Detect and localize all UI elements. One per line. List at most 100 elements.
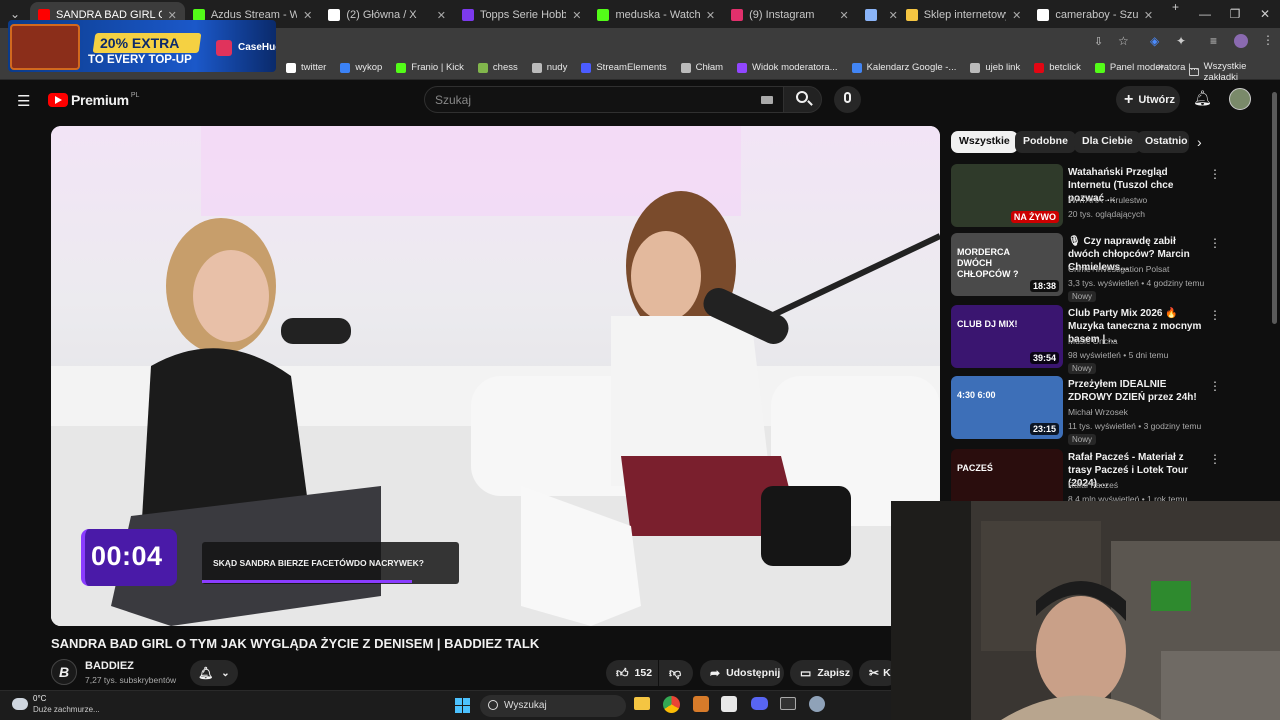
tab-close-icon[interactable]: ✕ [1144,9,1153,22]
video-player[interactable]: 00:04 SKĄD SANDRA BIERZE FACETÓWDO NACRY… [51,126,940,626]
bookmark-item[interactable]: Panel moderatora |... [1094,62,1198,73]
recommended-video[interactable]: CLUB DJ MIX! 39:54 Club Party Mix 2026 🔥 M… [951,305,1271,374]
video-thumbnail[interactable]: MORDERCA DWÓCH CHŁOPCÓW ? 18:38 [951,233,1063,296]
recommended-video[interactable]: MORDERCA DWÓCH CHŁOPCÓW ? 18:38 🎙 Czy napr… [951,233,1271,302]
tab-close-icon[interactable]: ✕ [706,9,715,22]
more-actions-icon[interactable]: ⋮ [1209,236,1221,250]
browser-tab[interactable]: (2) Główna / X ✕ [320,2,454,28]
recommended-video[interactable]: NA ŻYWO Watahański Przegląd Internetu (Tu… [951,164,1271,228]
search-input[interactable]: Szukaj [424,86,784,113]
bookmark-item[interactable]: nudy [531,62,567,73]
page-scrollbar[interactable] [1272,92,1277,324]
more-bookmarks-chevron-icon[interactable]: » [1158,61,1164,73]
recommended-video[interactable]: 4:30 6:00 23:15 Przeżyłem IDEALNIE ZDROWY … [951,376,1271,445]
more-actions-icon[interactable]: ⋮ [1209,379,1221,393]
tab-close-icon[interactable]: ✕ [889,9,898,22]
new-tab-icon[interactable]: + [1161,0,1190,28]
bookmark-star-icon[interactable]: ☆ [1118,34,1129,48]
more-actions-icon[interactable]: ⋮ [1209,308,1221,322]
all-bookmarks-folder[interactable]: Wszystkie zakładki [1189,61,1280,83]
bookmark-item[interactable]: ujeb link [970,62,1020,73]
file-explorer-icon[interactable] [634,697,650,710]
tab-close-icon[interactable]: ✕ [572,9,581,22]
caption-text: SKĄD SANDRA BIERZE FACETÓWDO NACRYWEK? [213,558,424,568]
keyboard-icon[interactable] [761,96,773,104]
recommended-channel[interactable]: Music Oncha [1068,336,1118,346]
create-button[interactable]: + Utwórz [1116,86,1180,113]
video-thumbnail[interactable]: CLUB DJ MIX! 39:54 [951,305,1063,368]
bookmark-item[interactable]: chess [477,62,518,73]
bookmark-item[interactable]: Franio | Kick [396,62,464,73]
chevron-down-icon: ⌄ [221,667,230,679]
filter-chip[interactable]: Wszystkie [951,131,1018,153]
video-thumbnail[interactable]: NA ŻYWO [951,164,1063,227]
bookmark-favicon-icon [396,62,407,73]
like-button[interactable]: 👍︎ 152 [606,660,658,686]
extensions-puzzle-icon[interactable]: ✦ [1176,34,1186,48]
chrome-taskbar-icon[interactable] [663,696,680,713]
video-title: SANDRA BAD GIRL O TYM JAK WYGLĄDA ŻYCIE … [51,636,540,651]
install-app-icon[interactable]: ⇩ [1094,35,1103,48]
share-button[interactable]: ➦ Udostępnij [700,660,784,686]
recommended-channel[interactable]: Crime+Investigation Polsat [1068,264,1169,274]
tab-close-icon[interactable]: ✕ [303,9,312,22]
browser-tab[interactable]: cameraboy - Szukaj w Go ✕ [1029,2,1161,28]
channel-name[interactable]: BADDIEZ [85,660,134,672]
maximize-icon[interactable]: ❐ [1220,7,1250,21]
recommended-channel[interactable]: Rafał Pacześ [1068,480,1118,490]
recommended-channel[interactable]: Michał Wrzosek [1068,407,1128,417]
media-controls-icon[interactable]: ≡ [1210,34,1217,48]
close-window-icon[interactable]: ✕ [1250,7,1280,21]
app-taskbar-icon[interactable] [693,696,709,712]
more-actions-icon[interactable]: ⋮ [1209,452,1221,466]
tab-close-icon[interactable]: ✕ [839,9,848,22]
minimize-icon[interactable]: — [1190,7,1220,21]
browser-tab[interactable]: Topps Serie Hobby Boxy I ✕ [454,2,590,28]
search-button[interactable] [783,86,822,113]
more-actions-icon[interactable]: ⋮ [1209,167,1221,181]
bookmark-item[interactable]: Chłam [680,62,723,73]
chrome-menu-icon[interactable]: ⋮ [1262,33,1274,47]
tab-close-icon[interactable]: ✕ [437,9,446,22]
tab-list-chevron-icon[interactable]: ⌄ [0,7,30,21]
taskbar-search-input[interactable]: Wyszukaj [480,695,626,717]
recommended-channel[interactable]: WATAHA - Krulestwo [1068,195,1147,205]
bookmark-item[interactable]: Widok moderatora... [737,62,838,73]
video-thumbnail[interactable]: 4:30 6:00 23:15 [951,376,1063,439]
browser-tab[interactable]: meduska - Watch clips on ✕ [589,2,723,28]
browser-tab[interactable]: Sklep internetowy True C ✕ [898,2,1030,28]
account-avatar[interactable] [1229,88,1251,110]
discord-taskbar-icon[interactable] [751,697,768,710]
windows-start-icon[interactable] [455,698,470,713]
settings-taskbar-icon[interactable] [809,696,825,712]
bookmark-item[interactable]: StreamElements [581,62,667,73]
browser-tab[interactable]: ✕ [857,2,898,28]
dislike-button[interactable]: 👎︎ [659,660,693,686]
bookmark-item[interactable]: Kalendarz Google -... [851,62,956,73]
tab-close-icon[interactable]: ✕ [1012,9,1021,22]
bookmark-item[interactable]: twitter [286,62,326,73]
filter-chip[interactable]: Dla Ciebie [1074,131,1141,153]
youtube-premium-logo[interactable]: Premium PL [48,92,139,108]
cloud-weather-icon[interactable] [12,698,28,710]
notifications-bell-icon[interactable]: 🔔︎ [1193,89,1212,107]
recommended-title[interactable]: Przeżyłem IDEALNIE ZDROWY DZIEŃ przez 24… [1068,378,1208,404]
voice-search-button[interactable] [834,86,861,113]
bookmark-label: betclick [1049,62,1081,73]
subscription-bell-button[interactable]: 🔔︎ ⌄ [190,660,238,686]
terminal-taskbar-icon[interactable] [780,697,796,710]
filter-chip[interactable]: Ostatnio [1137,131,1189,153]
channel-avatar[interactable]: B [51,659,77,685]
browser-tab[interactable]: (9) Instagram ✕ [723,2,857,28]
chips-next-chevron-icon[interactable]: › [1197,134,1202,150]
save-button[interactable]: ▭ Zapisz [790,660,853,686]
hamburger-menu-icon[interactable]: ☰ [17,92,30,110]
profile-avatar[interactable] [1234,34,1248,48]
media-taskbar-icon[interactable] [721,696,737,712]
casehug-ad-banner[interactable]: 20% EXTRA TO EVERY TOP-UP CaseHug [8,20,276,72]
bookmark-item[interactable]: wykop [340,62,382,73]
streamer-webcam [891,501,1280,720]
filter-chip[interactable]: Podobne [1015,131,1076,153]
extension-icon[interactable]: ◈ [1150,34,1159,48]
bookmark-item[interactable]: betclick [1034,62,1081,73]
